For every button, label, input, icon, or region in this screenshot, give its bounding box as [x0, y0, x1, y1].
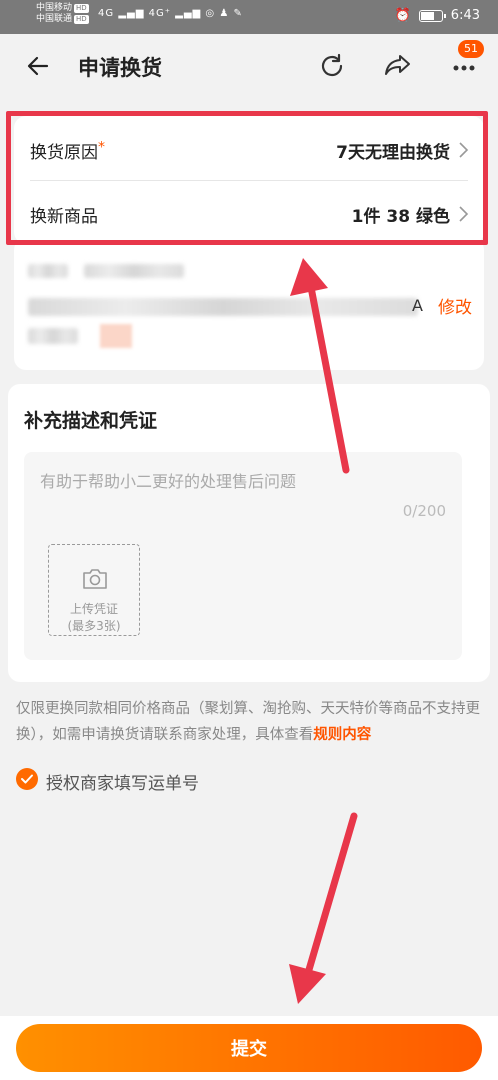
upload-evidence-button[interactable]: 上传凭证 (最多3张) — [48, 544, 140, 636]
signal-bars-icon: ▂▄▆ — [118, 8, 145, 19]
top-nav-bar: 申请换货 51 — [0, 34, 498, 100]
address-card: A — [14, 238, 484, 370]
annotation-highlight-box — [6, 111, 488, 245]
share-icon[interactable] — [380, 48, 416, 84]
wechat-icon: ◎ — [205, 8, 216, 19]
address-line-blurred — [28, 298, 418, 316]
message-badge: 51 — [458, 40, 484, 58]
address-name-blurred — [28, 264, 68, 278]
description-placeholder: 有助于帮助小二更好的处理售后问题 — [40, 472, 297, 491]
status-bar: 中国移动 HD 中国联通 HD 4G ▂▄▆ 4G⁺ ▂▄▆ ◎ ♟ ✎ ⏰ 6:4… — [0, 0, 498, 34]
evidence-section-title: 补充描述和凭证 — [24, 410, 158, 432]
qq-icon: ♟ — [219, 8, 230, 19]
refresh-icon[interactable] — [314, 48, 350, 84]
signal-bars-icon: ▂▄▆ — [175, 8, 202, 19]
carrier-1: 中国移动 — [36, 3, 73, 13]
authorize-label: 授权商家填写运单号 — [46, 774, 199, 794]
exchange-notice: 仅限更换同款相同价格商品（聚划算、淘抢购、天天特价等商品不支持更换），如需申请换… — [16, 696, 486, 748]
check-icon — [21, 774, 33, 784]
carrier-info: 中国移动 HD 中国联通 HD — [36, 3, 89, 25]
back-arrow-icon[interactable] — [20, 48, 56, 84]
char-counter: 0/200 — [402, 502, 446, 520]
address-extra-blurred-2 — [100, 324, 132, 348]
rules-link[interactable]: 规则内容 — [313, 727, 371, 743]
signal-1: 4G — [98, 8, 115, 19]
address-phone-blurred — [84, 264, 184, 278]
signal-2: 4G⁺ — [148, 8, 171, 19]
signal-indicators: 4G ▂▄▆ 4G⁺ ▂▄▆ ◎ ♟ ✎ — [98, 8, 243, 19]
hd-badge: HD — [74, 4, 89, 13]
description-textarea[interactable]: 有助于帮助小二更好的处理售后问题 0/200 上传凭证 (最多3张) — [24, 452, 462, 660]
address-partial-text: A — [412, 296, 423, 315]
edit-address-link[interactable]: 修改 — [438, 293, 472, 318]
authorize-checkbox[interactable] — [16, 768, 38, 790]
submit-button[interactable]: 提交 — [16, 1024, 482, 1072]
upload-limit: (最多3张) — [67, 619, 121, 633]
evidence-card: 补充描述和凭证 有助于帮助小二更好的处理售后问题 0/200 上传凭证 (最多3… — [8, 384, 490, 682]
battery-icon — [418, 9, 446, 22]
address-extra-blurred — [28, 328, 78, 344]
app-notify-icon: ✎ — [233, 8, 243, 19]
camera-icon — [83, 569, 107, 589]
clock: 6:43 — [450, 8, 480, 23]
status-right: ⏰ 6:43 — [395, 8, 480, 23]
notice-text: 仅限更换同款相同价格商品（聚划算、淘抢购、天天特价等商品不支持更换），如需申请换… — [16, 701, 480, 743]
annotation-arrow-down — [289, 812, 358, 1004]
upload-label: 上传凭证 — [69, 602, 118, 616]
page-title: 申请换货 — [78, 56, 162, 80]
carrier-2: 中国联通 — [36, 14, 73, 24]
alarm-icon: ⏰ — [394, 8, 411, 23]
hd-badge: HD — [74, 15, 89, 24]
